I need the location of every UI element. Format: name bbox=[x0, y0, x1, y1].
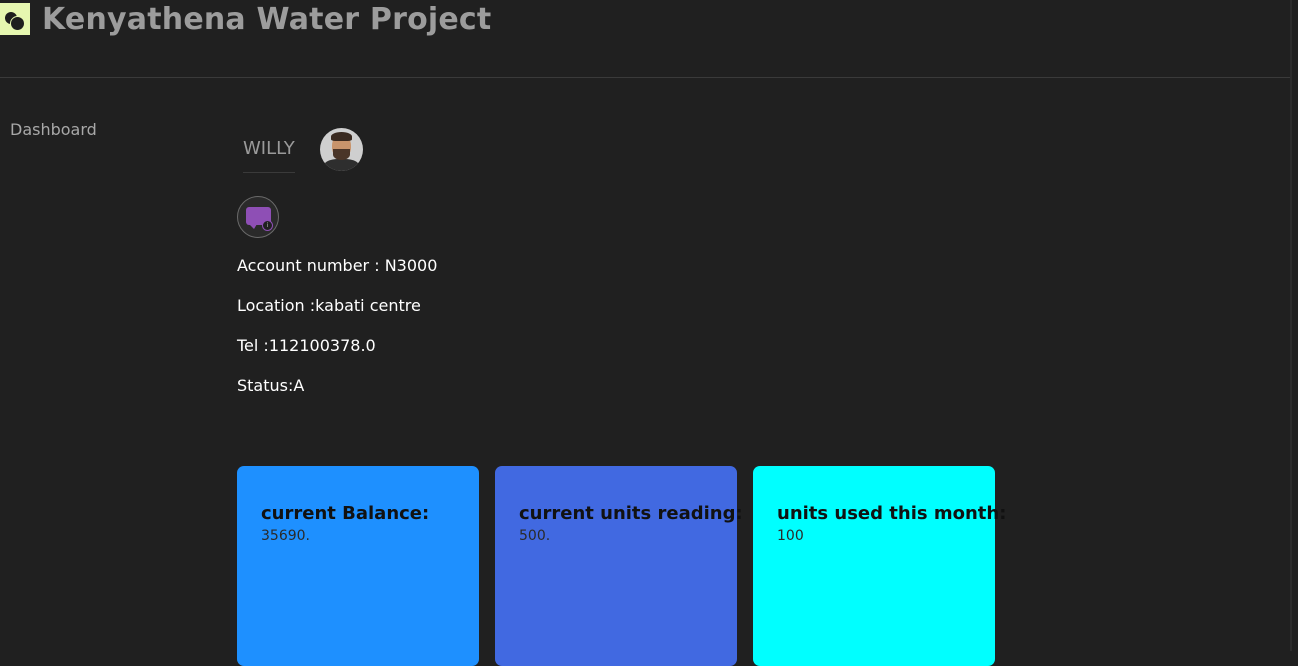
avatar-shirt bbox=[324, 159, 359, 171]
units-used-card: units used this month: 100 bbox=[753, 466, 1006, 666]
account-tel: Tel :112100378.0 bbox=[237, 336, 376, 355]
username-label: WILLY bbox=[243, 138, 295, 173]
account-location: Location :kabati centre bbox=[237, 296, 421, 315]
user-avatar[interactable] bbox=[320, 128, 363, 171]
balance-card: current Balance: 35690. bbox=[237, 466, 479, 666]
right-divider bbox=[1290, 0, 1292, 651]
sidebar-item-dashboard[interactable]: Dashboard bbox=[10, 120, 97, 139]
app-title: Kenyathena Water Project bbox=[42, 2, 492, 37]
app-logo-icon[interactable] bbox=[0, 3, 30, 35]
units-used-card-label: units used this month: bbox=[777, 503, 1007, 524]
avatar-hair bbox=[331, 132, 352, 141]
units-reading-card-label: current units reading: bbox=[519, 503, 743, 524]
logo-circle-front bbox=[10, 16, 25, 31]
messages-button[interactable]: i bbox=[237, 196, 279, 238]
message-bubble-tail bbox=[249, 224, 257, 229]
units-reading-card: current units reading: 500. bbox=[495, 466, 743, 666]
top-header: Kenyathena Water Project bbox=[0, 0, 1290, 78]
account-number: Account number : N3000 bbox=[237, 256, 438, 275]
balance-card-value: 35690. bbox=[261, 528, 310, 544]
balance-card-label: current Balance: bbox=[261, 503, 430, 524]
avatar-beard bbox=[333, 149, 350, 160]
units-reading-card-value: 500. bbox=[519, 528, 551, 544]
info-badge-icon: i bbox=[262, 220, 273, 231]
units-used-card-value: 100 bbox=[777, 528, 804, 544]
account-status: Status:A bbox=[237, 376, 305, 395]
